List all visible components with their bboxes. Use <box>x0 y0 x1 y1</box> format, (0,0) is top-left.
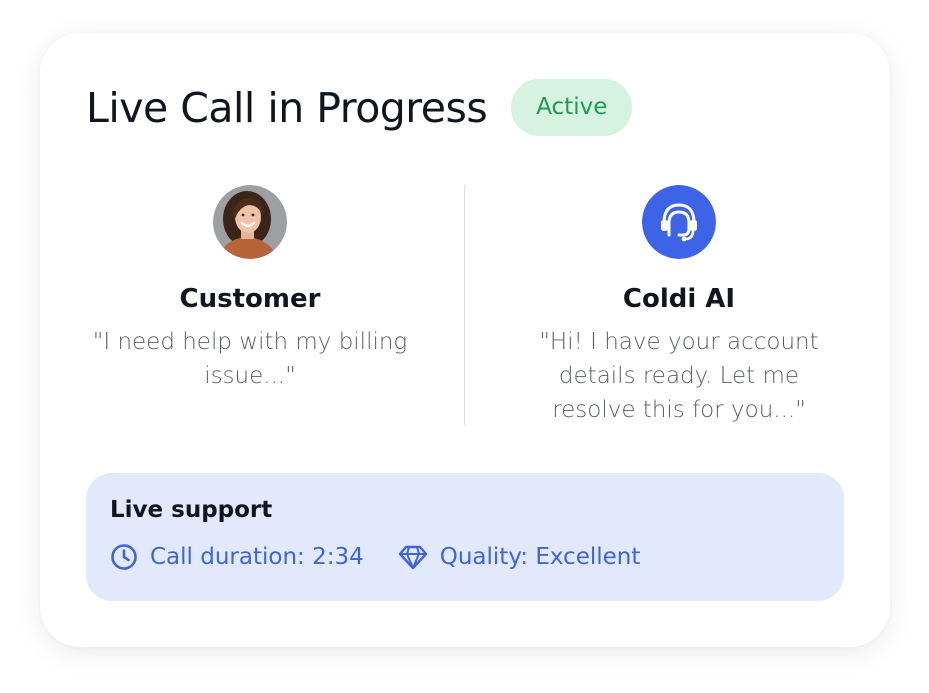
card-header: Live Call in Progress Active <box>86 79 633 136</box>
participants-section: Customer "I need help with my billing is… <box>40 185 890 425</box>
support-stats: Call duration: 2:34 Quality: Excellent <box>110 543 640 571</box>
headset-agent-icon <box>642 185 716 259</box>
quality-text: Quality: Excellent <box>439 544 641 570</box>
diamond-icon <box>398 543 428 571</box>
call-duration-stat: Call duration: 2:34 <box>110 543 364 571</box>
participant-quote: "I need help with my billing issue..." <box>92 329 408 389</box>
status-badge: Active <box>511 79 633 136</box>
customer-avatar <box>213 185 287 259</box>
participant-name: Coldi AI <box>622 284 736 314</box>
participant-name: Customer <box>179 284 321 314</box>
participant-quote: "Hi! I have your account details ready. … <box>539 329 819 423</box>
live-call-card: Live Call in Progress Active Customer "I… <box>40 33 890 647</box>
participant-ai: Coldi AI "Hi! I have your account detail… <box>489 185 869 427</box>
participants-divider <box>464 185 465 425</box>
participant-customer: Customer "I need help with my billing is… <box>60 185 440 393</box>
page-title: Live Call in Progress <box>86 83 488 132</box>
call-duration-text: Call duration: 2:34 <box>150 544 364 570</box>
quality-stat: Quality: Excellent <box>398 543 641 571</box>
live-support-panel: Live support Call duration: 2:34 Quality… <box>86 473 844 601</box>
clock-icon <box>110 543 138 571</box>
support-title: Live support <box>110 497 273 523</box>
